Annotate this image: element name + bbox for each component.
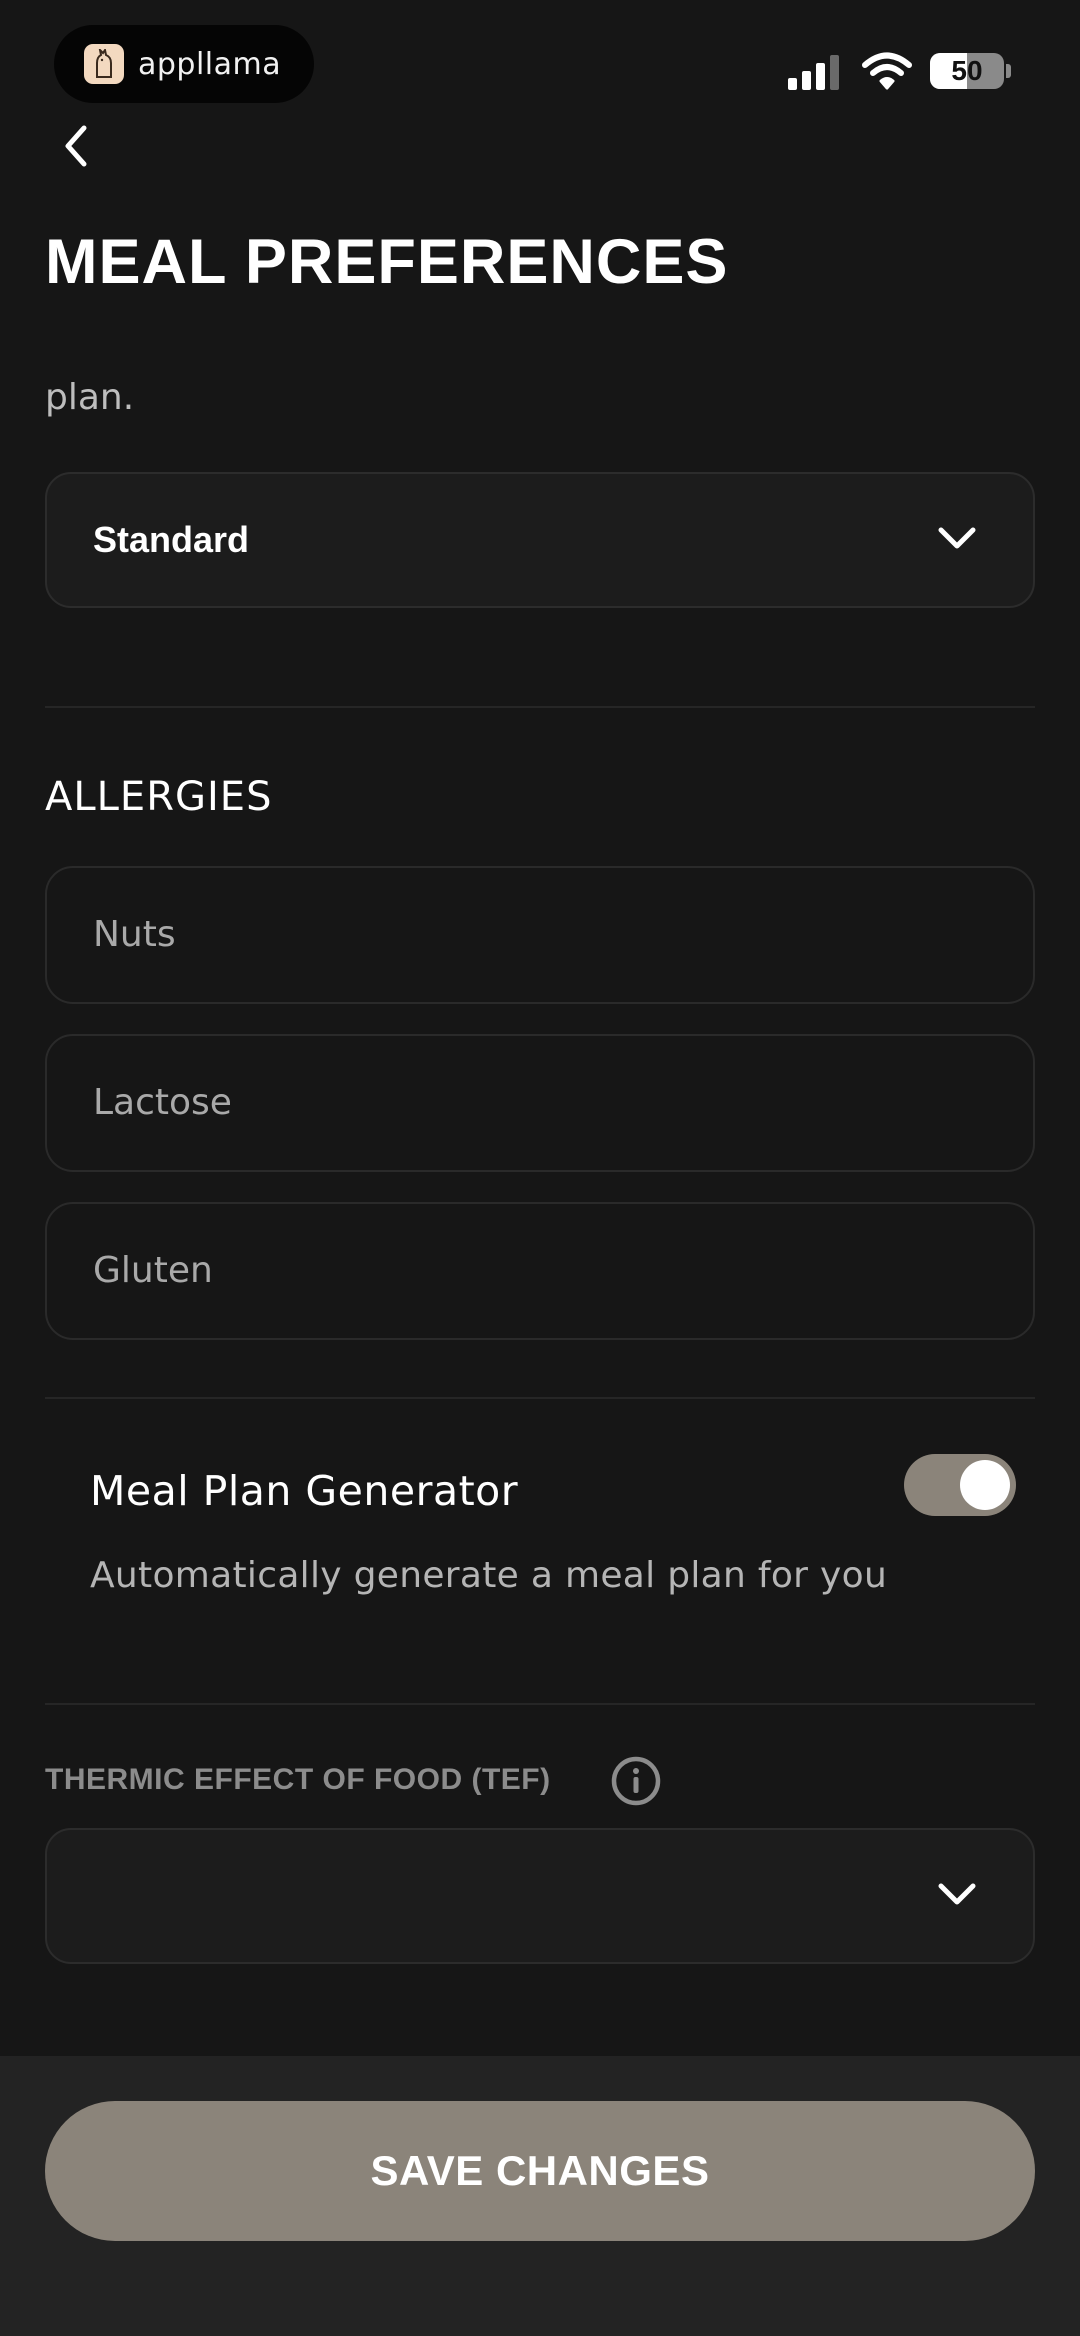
app-name: appllama (138, 46, 282, 82)
allergy-input-lactose[interactable]: Lactose (45, 1034, 1035, 1172)
info-icon[interactable] (609, 1754, 663, 1808)
diet-type-select[interactable]: Standard (45, 472, 1035, 608)
battery-tip (1006, 64, 1011, 78)
meal-plan-generator-description: Automatically generate a meal plan for y… (90, 1555, 888, 1596)
battery-icon: 50 (930, 53, 1004, 89)
llama-logo-icon (84, 44, 124, 84)
signal-icon (788, 55, 839, 90)
diet-type-value: Standard (93, 519, 250, 560)
allergy-input-nuts[interactable]: Nuts (45, 866, 1035, 1004)
divider (45, 706, 1035, 708)
tef-label: THERMIC EFFECT OF FOOD (TEF) (45, 1763, 551, 1796)
page-title: MEAL PREFERENCES (45, 227, 729, 297)
battery-level: 50 (951, 55, 983, 86)
save-changes-button[interactable]: SAVE CHANGES (45, 2101, 1035, 2241)
allergy-input-gluten[interactable]: Gluten (45, 1202, 1035, 1340)
divider (45, 1397, 1035, 1399)
back-chevron-icon[interactable] (58, 122, 98, 170)
allergy-input-text: Gluten (93, 1250, 213, 1291)
allergies-title: ALLERGIES (45, 774, 273, 820)
chevron-down-icon (938, 527, 976, 549)
tef-select[interactable] (45, 1828, 1035, 1964)
diet-description: plan. (45, 377, 135, 418)
meal-plan-generator-toggle[interactable] (904, 1454, 1016, 1516)
allergy-input-text: Nuts (93, 914, 176, 955)
allergy-input-text: Lactose (93, 1082, 232, 1123)
meal-plan-generator-label: Meal Plan Generator (90, 1467, 519, 1515)
chevron-down-icon (938, 1883, 976, 1905)
toggle-knob (960, 1460, 1010, 1510)
divider (45, 1703, 1035, 1705)
wifi-icon (862, 52, 912, 90)
app-indicator-pill: appllama (54, 25, 314, 103)
